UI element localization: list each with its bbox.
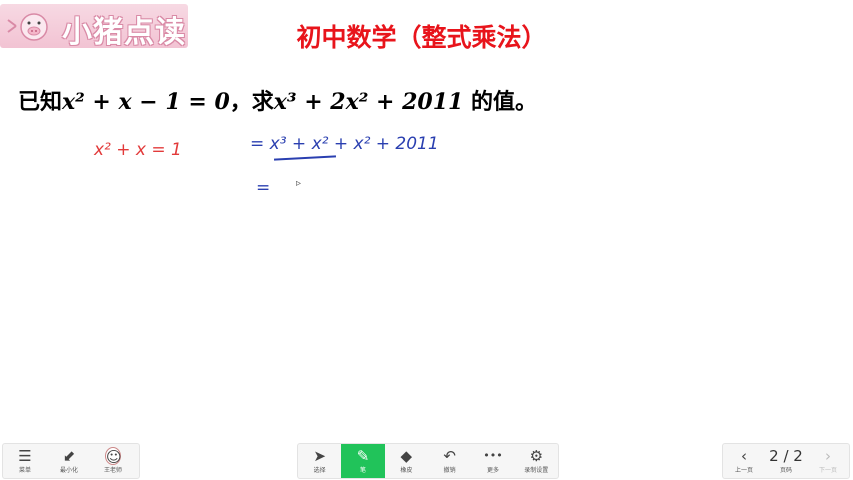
pen-tool-button[interactable]: ✎ 笔 xyxy=(341,444,385,478)
next-page-label: 下一页 xyxy=(818,467,837,474)
toolbar-middle-group: ➤ 选择 ✎ 笔 ◆ 橡皮 ↶ 撤销 ••• 更多 ⚙ 录制设置 xyxy=(297,443,559,479)
minimize-label: 最小化 xyxy=(59,467,78,474)
select-tool-button[interactable]: ➤ 选择 xyxy=(298,444,341,478)
chevron-left-icon: ‹ xyxy=(741,447,747,465)
problem-separator: ，求 xyxy=(229,89,274,115)
select-cursor-icon: ➤ xyxy=(313,447,326,465)
prev-page-label: 上一页 xyxy=(734,467,753,474)
problem-expression: x³ + 2x² + 2011 xyxy=(273,89,464,115)
teacher-avatar-icon: ☺ xyxy=(105,447,122,466)
mouse-cursor-icon: ▹ xyxy=(296,178,302,189)
problem-suffix: 的值。 xyxy=(463,89,537,115)
minimize-icon: ⬋ xyxy=(62,447,76,465)
eraser-icon: ◆ xyxy=(400,447,413,465)
handwriting-red: x² + x = 1 xyxy=(94,140,182,160)
eraser-label: 橡皮 xyxy=(400,467,413,474)
page-title: 初中数学（整式乘法） xyxy=(0,18,853,54)
record-settings-icon: ⚙ xyxy=(529,447,544,465)
title-text: 初中数学（整式乘法） xyxy=(296,23,547,52)
menu-icon: ☰ xyxy=(18,447,32,465)
page-indicator: 2 / 2 页码 xyxy=(765,444,807,478)
next-page-button[interactable]: › 下一页 xyxy=(807,444,849,478)
more-button[interactable]: ••• 更多 xyxy=(471,444,514,478)
minimize-button[interactable]: ⬋ 最小化 xyxy=(47,444,91,478)
teacher-button[interactable]: ☺ 王老师 xyxy=(91,444,135,478)
pen-label: 笔 xyxy=(359,467,366,474)
problem-statement: 已知x² + x − 1 = 0，求x³ + 2x² + 2011 的值。 xyxy=(18,84,537,116)
toolbar-right-group: ‹ 上一页 2 / 2 页码 › 下一页 xyxy=(722,443,850,479)
prev-page-button[interactable]: ‹ 上一页 xyxy=(723,444,765,478)
undo-icon: ↶ xyxy=(443,447,456,465)
pen-icon: ✎ xyxy=(356,447,370,465)
undo-label: 撤销 xyxy=(443,467,456,474)
problem-prefix: 已知 xyxy=(18,89,63,115)
menu-label: 菜单 xyxy=(18,467,31,474)
chevron-right-icon: › xyxy=(825,447,831,465)
menu-button[interactable]: ☰ 菜单 xyxy=(3,444,47,478)
undo-button[interactable]: ↶ 撤销 xyxy=(428,444,471,478)
handwriting-blue-line2: = xyxy=(256,178,271,198)
page-number: 2 / 2 xyxy=(769,447,803,465)
toolbar-left-group: ☰ 菜单 ⬋ 最小化 ☺ 王老师 xyxy=(2,443,140,479)
record-settings-label: 录制设置 xyxy=(524,467,549,474)
more-icon: ••• xyxy=(483,449,503,462)
handwriting-underline xyxy=(273,155,337,161)
select-label: 选择 xyxy=(313,467,326,474)
more-label: 更多 xyxy=(486,467,499,474)
record-settings-button[interactable]: ⚙ 录制设置 xyxy=(515,444,558,478)
teacher-label: 王老师 xyxy=(103,467,122,474)
page-label: 页码 xyxy=(779,467,792,474)
problem-condition: x² + x − 1 = 0 xyxy=(62,89,230,115)
bottom-toolbar: ☰ 菜单 ⬋ 最小化 ☺ 王老师 ➤ 选择 ✎ 笔 ◆ 橡皮 ↶ 撤销 ••• xyxy=(0,440,853,480)
eraser-tool-button[interactable]: ◆ 橡皮 xyxy=(385,444,428,478)
handwriting-blue-line1: = x³ + x² + x² + 2011 xyxy=(250,134,439,154)
